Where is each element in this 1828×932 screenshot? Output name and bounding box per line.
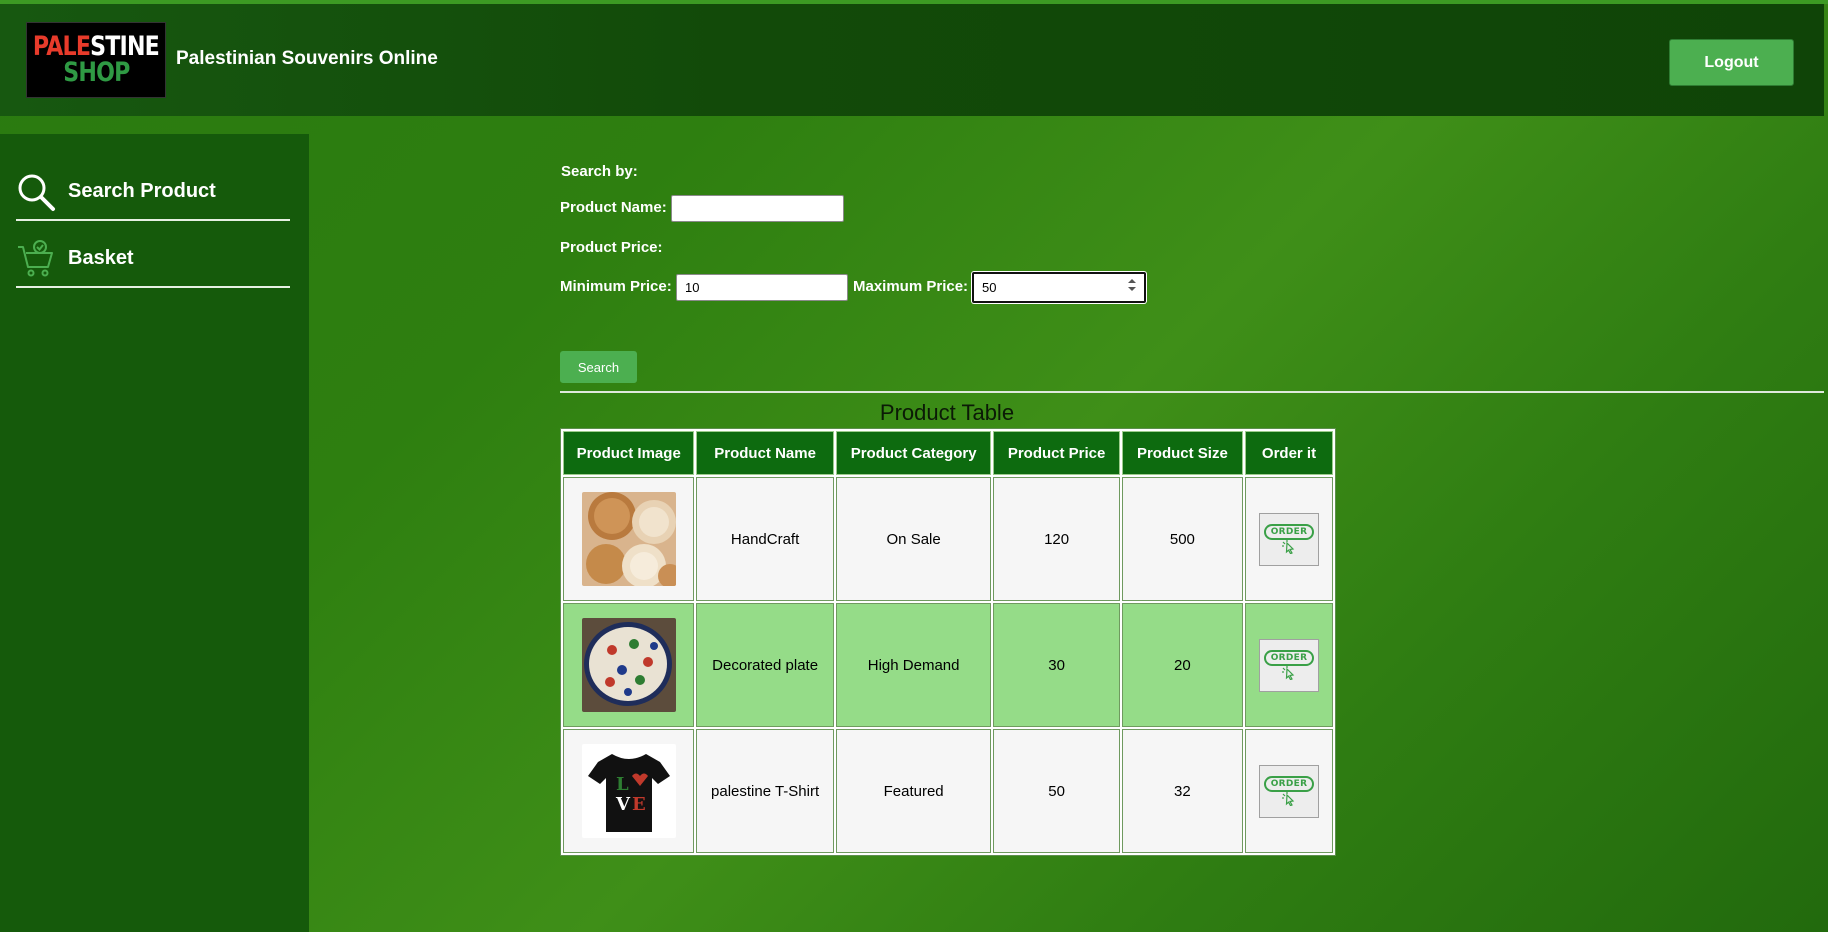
handcraft-bowls-image bbox=[581, 492, 676, 586]
column-header: Product Category bbox=[835, 431, 992, 475]
sidebar: Search Product Basket bbox=[0, 134, 309, 932]
order-badge: ORDER bbox=[1263, 650, 1315, 666]
search-button[interactable]: Search bbox=[560, 351, 637, 383]
product-category-cell: High Demand bbox=[835, 603, 992, 727]
table-row: L V E palestine T-Shirt Featured 50 32 O… bbox=[563, 729, 1333, 853]
logout-button[interactable]: Logout bbox=[1669, 39, 1794, 86]
order-button[interactable]: ORDER bbox=[1259, 512, 1320, 566]
column-header: Product Name bbox=[696, 431, 834, 475]
product-image-cell bbox=[563, 477, 695, 601]
table-header-row: Product Image Product Name Product Categ… bbox=[563, 431, 1333, 475]
product-price-label: Product Price: bbox=[560, 239, 663, 256]
cursor-click-icon bbox=[1282, 666, 1295, 680]
sidebar-item-label: Basket bbox=[68, 247, 134, 269]
search-by-heading: Search by: bbox=[561, 163, 638, 180]
maximum-price-field[interactable] bbox=[972, 272, 1146, 303]
product-table: Product Image Product Name Product Categ… bbox=[560, 428, 1336, 856]
svg-text:V: V bbox=[615, 794, 631, 815]
table-title: Product Table bbox=[879, 400, 1015, 425]
product-price-cell: 50 bbox=[993, 729, 1120, 853]
decorated-plate-image bbox=[581, 618, 676, 712]
cursor-click-icon bbox=[1282, 540, 1295, 554]
product-price-cell: 120 bbox=[993, 477, 1120, 601]
order-cell: ORDER bbox=[1245, 603, 1333, 727]
product-name-input[interactable] bbox=[671, 195, 844, 222]
product-image-cell bbox=[563, 603, 695, 727]
order-badge: ORDER bbox=[1263, 776, 1315, 792]
product-name-cell: HandCraft bbox=[696, 477, 834, 601]
shop-logo[interactable]: PALESTINE SHOP bbox=[26, 22, 166, 98]
product-category-cell: On Sale bbox=[835, 477, 992, 601]
product-price-cell: 30 bbox=[993, 603, 1120, 727]
sidebar-item-search-product[interactable]: Search Product bbox=[16, 164, 290, 221]
minimum-price-input[interactable] bbox=[676, 274, 848, 301]
table-row: HandCraft On Sale 120 500 ORDER bbox=[563, 477, 1333, 601]
product-size-cell: 500 bbox=[1121, 477, 1244, 601]
column-header: Product Size bbox=[1121, 431, 1244, 475]
section-divider bbox=[560, 391, 1824, 393]
column-header: Product Price bbox=[993, 431, 1120, 475]
cursor-click-icon bbox=[1282, 792, 1295, 806]
order-button[interactable]: ORDER bbox=[1259, 638, 1320, 692]
sidebar-item-basket[interactable]: Basket bbox=[16, 231, 290, 288]
maximum-price-label: Maximum Price: bbox=[853, 278, 969, 295]
search-icon bbox=[16, 172, 56, 212]
column-header: Product Image bbox=[563, 431, 695, 475]
site-header: PALESTINE SHOP Palestinian Souvenirs Onl… bbox=[0, 4, 1824, 116]
order-cell: ORDER bbox=[1245, 477, 1333, 601]
column-header: Order it bbox=[1245, 431, 1333, 475]
love-tshirt-image: L V E bbox=[581, 744, 676, 838]
product-name-cell: Decorated plate bbox=[696, 603, 834, 727]
site-title: Palestinian Souvenirs Online bbox=[176, 48, 438, 69]
number-spinner-icon[interactable] bbox=[1128, 279, 1136, 291]
product-name-cell: palestine T-Shirt bbox=[696, 729, 834, 853]
minimum-price-label: Minimum Price: bbox=[560, 278, 672, 295]
svg-text:L: L bbox=[616, 774, 629, 795]
order-badge: ORDER bbox=[1263, 524, 1315, 540]
maximum-price-input[interactable] bbox=[972, 272, 1146, 303]
order-cell: ORDER bbox=[1245, 729, 1333, 853]
product-size-cell: 20 bbox=[1121, 603, 1244, 727]
product-name-label: Product Name: bbox=[560, 199, 667, 216]
product-size-cell: 32 bbox=[1121, 729, 1244, 853]
cart-icon bbox=[16, 239, 56, 279]
table-row: Decorated plate High Demand 30 20 ORDER bbox=[563, 603, 1333, 727]
product-image-cell: L V E bbox=[563, 729, 695, 853]
svg-text:E: E bbox=[632, 794, 646, 815]
product-category-cell: Featured bbox=[835, 729, 992, 853]
order-button[interactable]: ORDER bbox=[1259, 764, 1320, 818]
sidebar-item-label: Search Product bbox=[68, 180, 216, 202]
